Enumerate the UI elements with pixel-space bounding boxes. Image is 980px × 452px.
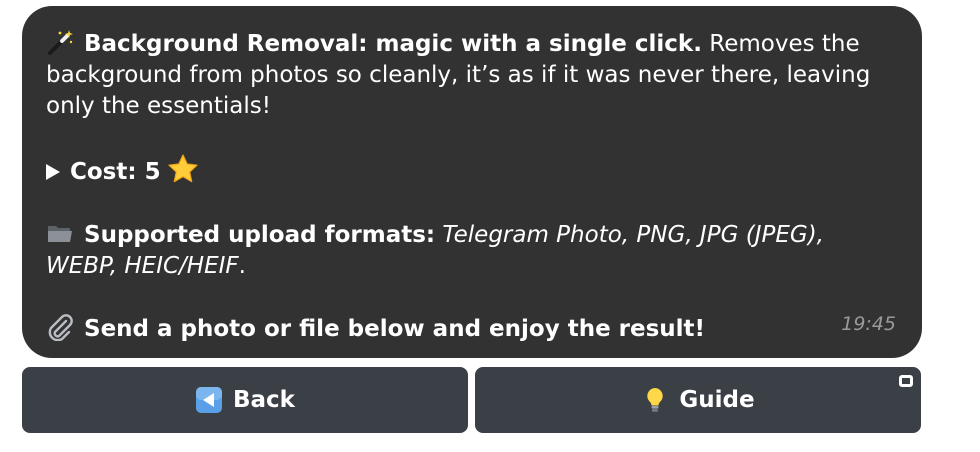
guide-button[interactable]: Guide <box>475 367 921 433</box>
back-button[interactable]: Back <box>22 367 468 433</box>
formats-end: . <box>238 253 246 279</box>
description-paragraph: Background Removal: magic with a single … <box>46 28 898 122</box>
lightbulb-icon <box>641 386 669 414</box>
paperclip-icon <box>46 313 74 341</box>
play-icon <box>46 164 60 180</box>
back-arrow-icon <box>195 386 223 414</box>
cost-label: Cost: 5 <box>70 159 161 185</box>
message-timestamp: 19:45 <box>841 313 896 335</box>
cost-line: Cost: 5 <box>46 153 898 188</box>
folder-icon <box>46 219 74 247</box>
formats-label: Supported upload formats: <box>84 222 436 248</box>
formats-paragraph: Supported upload formats: Telegram Photo… <box>46 219 898 282</box>
guide-button-label: Guide <box>679 387 755 413</box>
send-text: Send a photo or file below and enjoy the… <box>84 316 706 342</box>
message-bubble: Background Removal: magic with a single … <box>22 6 922 358</box>
external-window-icon <box>899 375 913 387</box>
magic-wand-icon <box>46 28 74 56</box>
star-icon <box>167 153 199 185</box>
send-instruction: Send a photo or file below and enjoy the… <box>46 313 898 345</box>
back-button-label: Back <box>233 387 295 413</box>
feature-title: Background Removal: magic with a single … <box>84 31 702 57</box>
